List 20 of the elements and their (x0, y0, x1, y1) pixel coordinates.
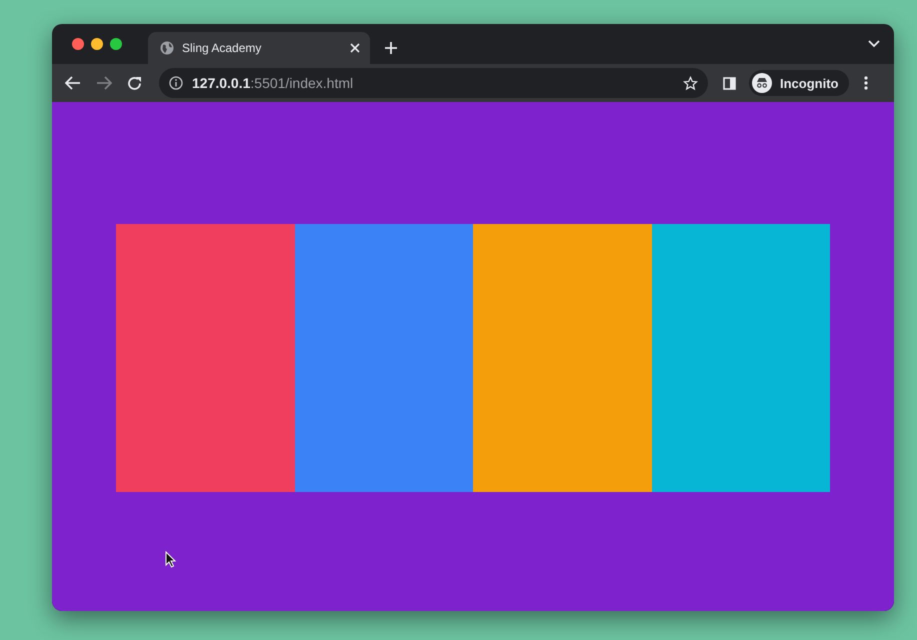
star-icon[interactable] (683, 76, 698, 90)
maximize-window-button[interactable] (110, 38, 122, 50)
globe-icon (160, 41, 174, 55)
close-icon[interactable] (350, 43, 360, 53)
reload-icon[interactable] (127, 76, 142, 90)
profile-button[interactable]: Incognito (749, 70, 848, 96)
minimize-window-button[interactable] (91, 38, 103, 50)
mouse-pointer-icon (165, 551, 176, 568)
url-text: 127.0.0.1:5501/index.html (192, 75, 354, 91)
close-window-button[interactable] (72, 38, 84, 50)
back-icon[interactable] (65, 76, 81, 90)
incognito-icon (752, 73, 772, 93)
more-menu-icon[interactable] (864, 76, 868, 90)
browser-tab[interactable]: Sling Academy (148, 32, 370, 64)
side-panel-icon[interactable] (723, 76, 736, 90)
tab-title: Sling Academy (182, 41, 262, 55)
info-icon (169, 76, 183, 90)
chevron-down-icon[interactable] (868, 40, 880, 48)
address-bar[interactable]: 127.0.0.1:5501/index.html (159, 68, 708, 98)
new-tab-icon[interactable] (384, 41, 398, 55)
